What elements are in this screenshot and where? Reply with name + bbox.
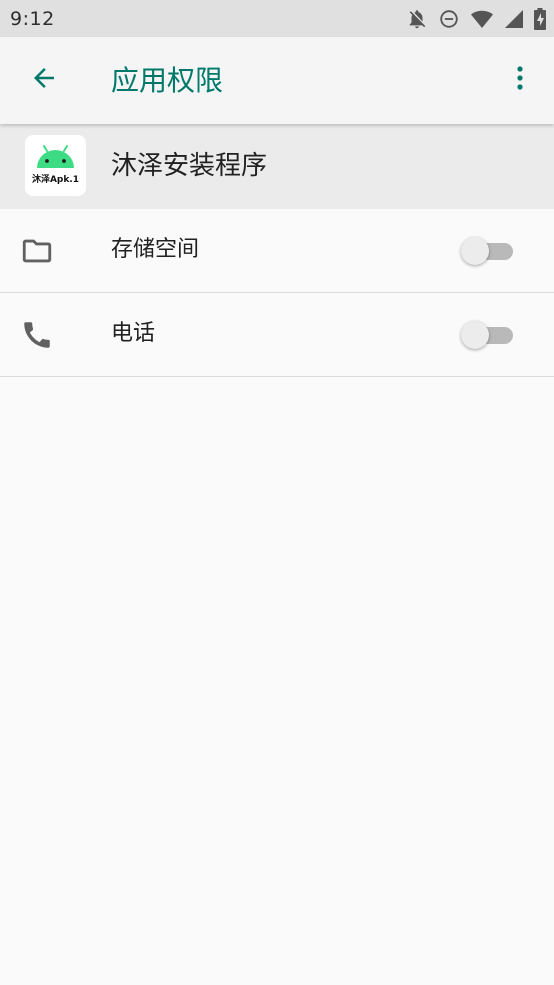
permission-row-storage[interactable]: 存储空间: [0, 209, 554, 293]
do-not-disturb-icon: [438, 8, 460, 30]
notifications-off-icon: [406, 8, 428, 30]
app-name: 沐泽安装程序: [111, 151, 268, 181]
android-robot-icon: [37, 145, 74, 168]
app-bar: 应用权限: [0, 37, 554, 124]
permission-toggle-phone[interactable]: [461, 320, 513, 350]
app-icon-text: 沐泽Apk.1: [31, 175, 80, 185]
battery-charging-icon: [534, 7, 546, 30]
overflow-menu-button[interactable]: [500, 58, 540, 102]
phone-icon: [19, 317, 55, 353]
cellular-signal-icon: [504, 9, 524, 29]
switch-thumb: [461, 321, 489, 349]
app-header: 沐泽Apk.1 沐泽安装程序: [0, 124, 554, 209]
more-vert-icon: [515, 65, 525, 95]
app-icon: 沐泽Apk.1: [25, 135, 86, 196]
status-icons: [406, 7, 546, 30]
back-button[interactable]: [22, 58, 66, 102]
status-bar: 9:12: [0, 0, 554, 37]
permission-row-phone[interactable]: 电话: [0, 293, 554, 377]
arrow-back-icon: [29, 63, 59, 97]
switch-thumb: [461, 237, 489, 265]
wifi-icon: [470, 8, 494, 30]
status-time: 9:12: [10, 7, 55, 30]
permission-label: 电话: [111, 321, 156, 346]
permission-toggle-storage[interactable]: [461, 236, 513, 266]
page-title: 应用权限: [111, 64, 224, 97]
folder-icon: [19, 233, 55, 269]
permission-label: 存储空间: [111, 237, 200, 262]
